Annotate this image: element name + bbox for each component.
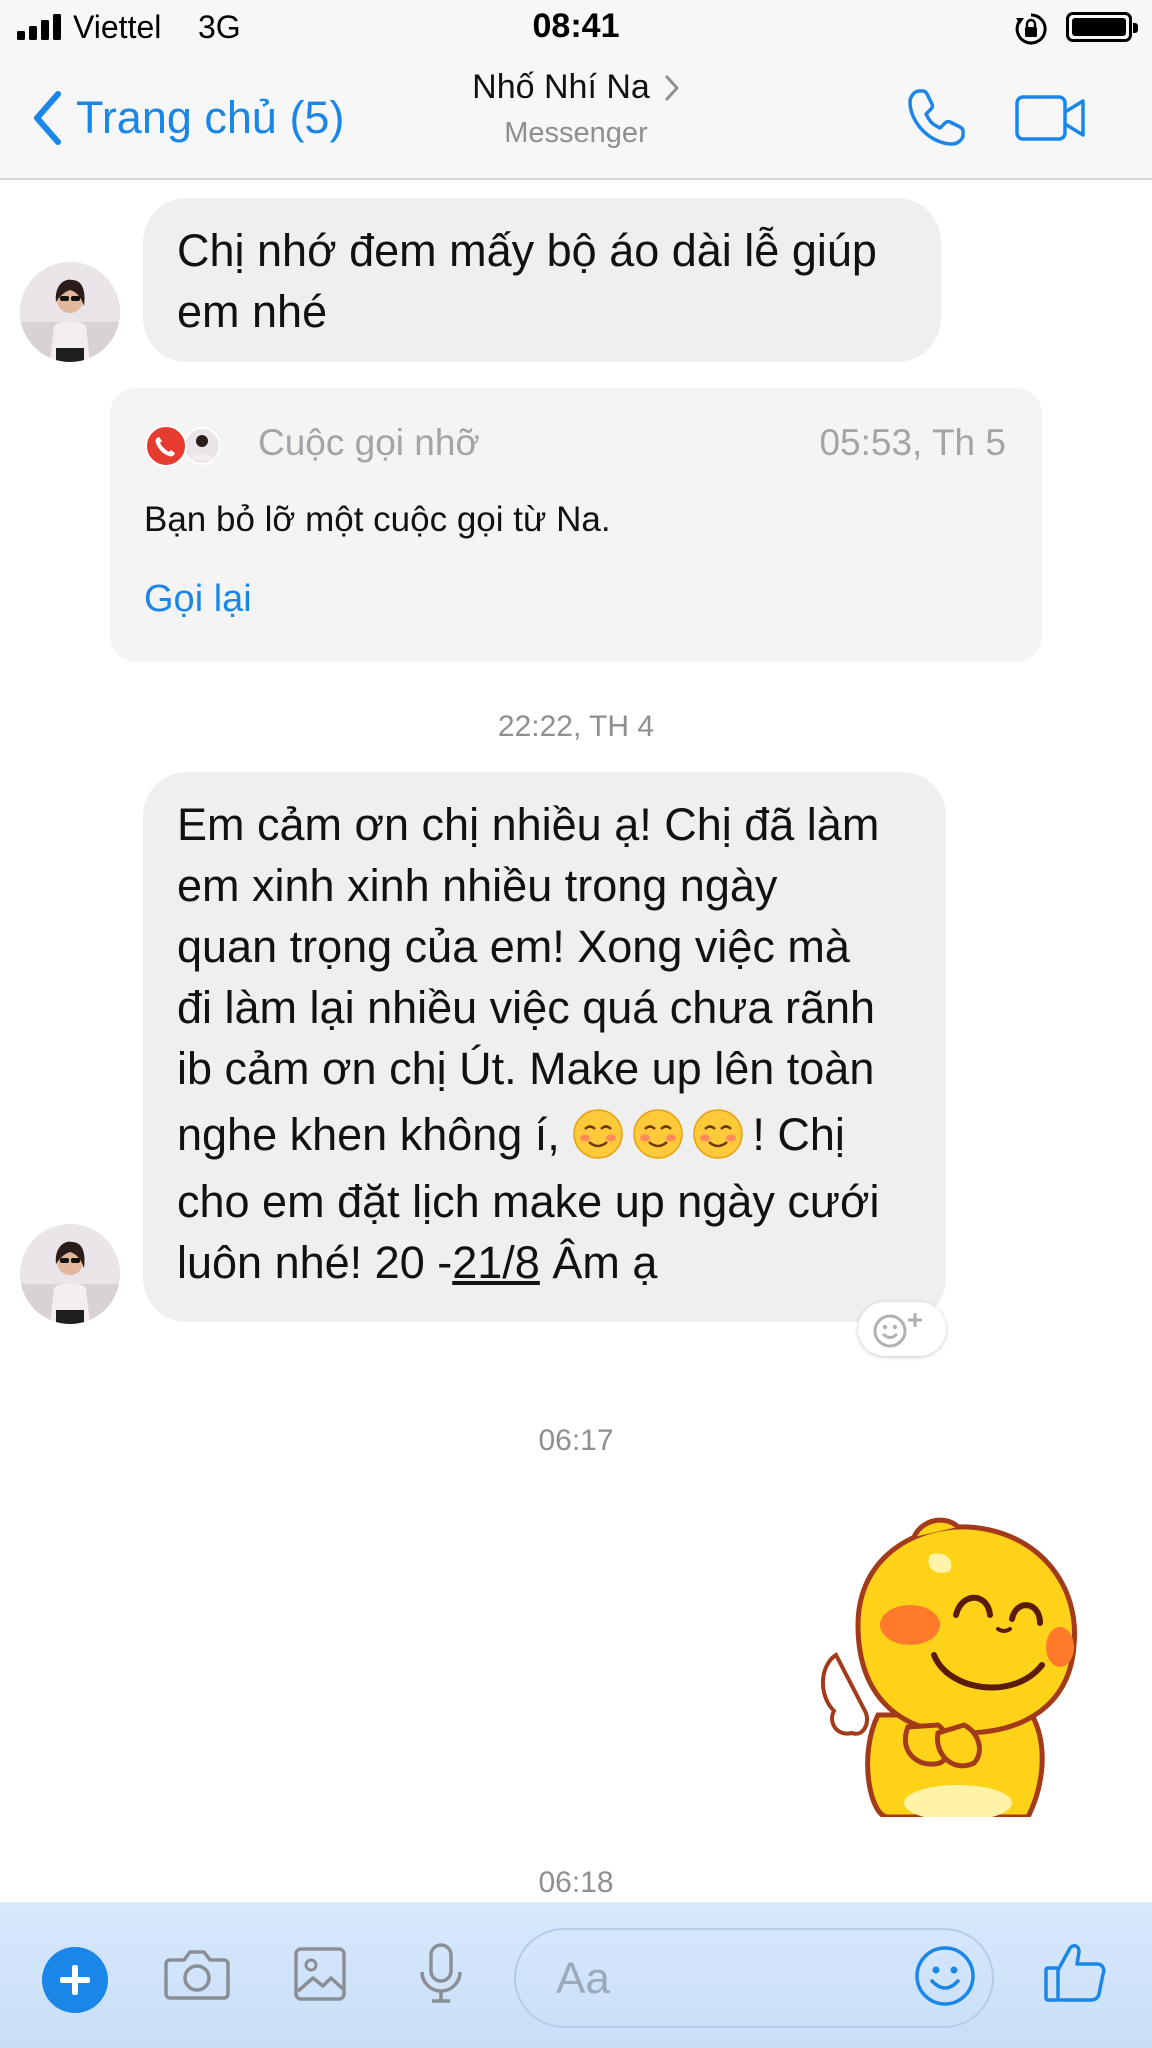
received-message-bubble[interactable]: Em cảm ơn chị nhiều ạ! Chị đã làm em xin…: [143, 772, 946, 1322]
thumbs-up-icon[interactable]: [1043, 1940, 1107, 2004]
smiling-face-emoji-icon: [633, 1109, 684, 1159]
missed-call-card: Cuộc gọi nhỡ 05:53, Th 5 Bạn bỏ lỡ một c…: [110, 388, 1042, 662]
message-text-line: em xinh xinh nhiều trong ngày: [177, 860, 778, 911]
avatar-photo: [20, 1224, 120, 1324]
plus-icon[interactable]: [42, 1947, 108, 2013]
date-link[interactable]: 21/8: [452, 1237, 540, 1288]
add-reaction-icon: [873, 1313, 922, 1348]
message-text-segment: ! Chị: [752, 1109, 845, 1160]
message-text-segment: luôn nhé! 20 -: [177, 1237, 453, 1288]
message-timestamp: 06:17: [538, 1424, 614, 1457]
received-message-bubble[interactable]: Chị nhớ đem mấy bộ áo dài lễ giúp em nhé: [143, 198, 941, 362]
message-timestamp: 22:22, TH 4: [497, 710, 655, 743]
message-text-line: cho em đặt lịch make up ngày cưới: [177, 1176, 880, 1227]
message-text-line: Em cảm ơn chị nhiều ạ! Chị đã làm: [177, 799, 880, 850]
missed-call-icon: [145, 425, 220, 467]
call-back-button[interactable]: Gọi lại: [144, 578, 252, 621]
video-call-icon[interactable]: [1015, 95, 1087, 141]
message-text-line: đi làm lại nhiều việc quá chưa rãnh: [177, 982, 876, 1033]
message-text-line: Chị nhớ đem mấy bộ áo dài lễ giúp: [177, 225, 877, 276]
image-icon[interactable]: [293, 1946, 347, 2002]
emoji-icon[interactable]: [914, 1945, 976, 2007]
missed-call-time: 05:53, Th 5: [819, 422, 1006, 463]
message-text-line: em nhé: [177, 286, 328, 337]
chevron-right-icon: [665, 75, 679, 100]
contact-avatar[interactable]: [20, 262, 120, 362]
message-text-line: ib cảm ơn chị Út. Make up lên toàn: [177, 1043, 875, 1094]
message-text-line: quan trọng của em! Xong việc mà: [177, 921, 850, 972]
status-bar: Viettel 3G 08:41: [0, 0, 1152, 58]
microphone-icon[interactable]: [416, 1942, 466, 2004]
smiling-face-emoji-icon: [693, 1109, 744, 1159]
phone-call-icon[interactable]: [905, 87, 967, 149]
contact-avatar[interactable]: [20, 1224, 120, 1324]
rotation-lock-icon: [1015, 13, 1047, 45]
smiling-face-emoji-icon: [573, 1109, 624, 1159]
missed-call-title: Cuộc gọi nhỡ: [258, 422, 480, 463]
add-reaction-button[interactable]: [858, 1302, 946, 1356]
yellow-dinosaur-sticker[interactable]: [818, 1515, 1088, 1817]
message-text-segment: nghe khen không í,: [177, 1109, 573, 1160]
battery-icon: [1066, 12, 1138, 42]
contact-title-block[interactable]: Nhố Nhí Na Messenger: [0, 68, 1152, 150]
message-input-placeholder: Aa: [556, 1954, 610, 2003]
contact-name: Nhố Nhí Na: [472, 68, 650, 106]
camera-icon[interactable]: [164, 1946, 230, 2002]
message-text-segment: Âm ạ: [539, 1237, 658, 1288]
clock: 08:41: [532, 7, 620, 45]
conversation-header: Trang chủ (5) Nhố Nhí Na Messenger: [0, 58, 1152, 180]
missed-call-description: Bạn bỏ lỡ một cuộc gọi từ Na.: [144, 500, 611, 539]
avatar-photo: [20, 262, 120, 362]
message-timestamp: 06:18: [538, 1866, 614, 1899]
app-subtitle: Messenger: [504, 117, 648, 149]
message-composer: Aa: [0, 1902, 1152, 2048]
